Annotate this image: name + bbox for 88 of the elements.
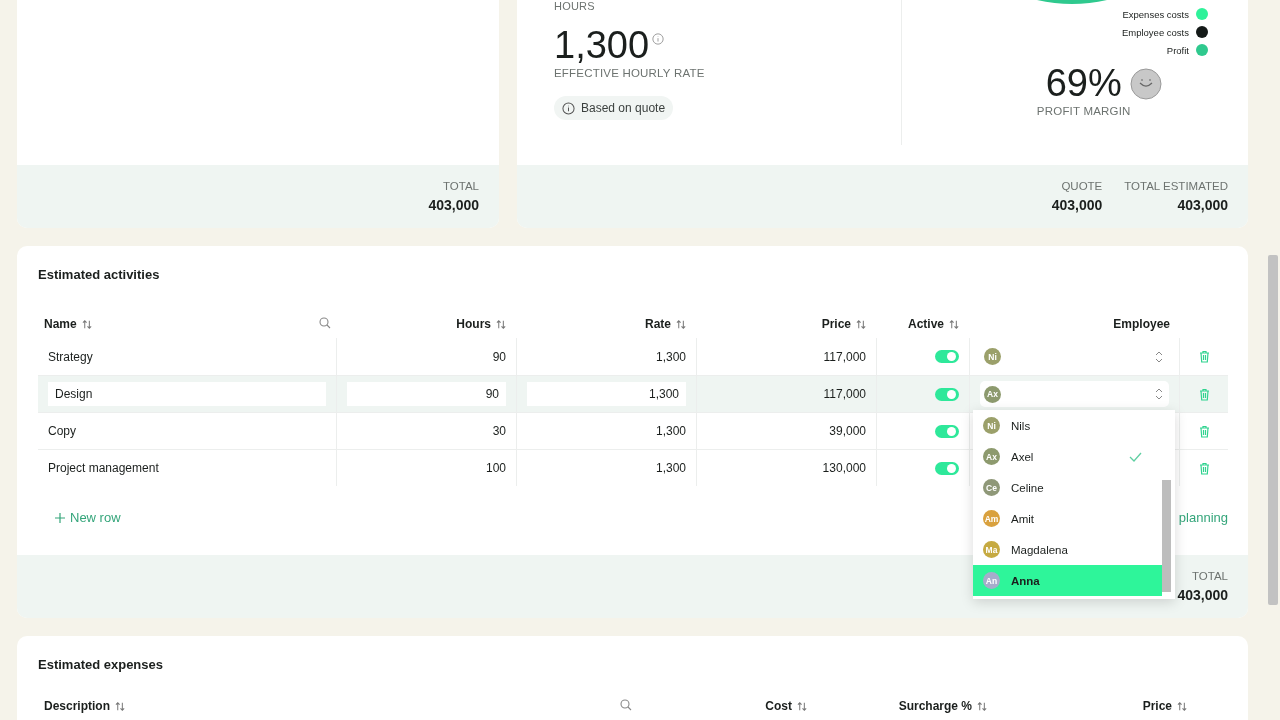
column-header[interactable]: Name bbox=[44, 317, 77, 331]
active-toggle[interactable] bbox=[935, 350, 959, 363]
profit-margin-value: 69% bbox=[1045, 62, 1122, 105]
column-header[interactable]: Hours bbox=[456, 317, 491, 331]
price-cell: 39,000 bbox=[829, 424, 866, 438]
employee-option[interactable]: Ni Nils bbox=[973, 410, 1162, 441]
employee-name: Celine bbox=[1011, 481, 1044, 494]
active-toggle[interactable] bbox=[935, 387, 959, 401]
name-cell: Project management bbox=[48, 461, 159, 475]
sort-icon[interactable] bbox=[81, 318, 93, 330]
trash-icon[interactable] bbox=[1198, 350, 1210, 363]
employee-name: Magdalena bbox=[1011, 543, 1068, 556]
section-title: Estimated expenses bbox=[37, 656, 164, 672]
employee-option[interactable]: An Anna bbox=[973, 565, 1162, 596]
plus-icon bbox=[55, 512, 65, 523]
total-label: TOTAL ESTIMATED bbox=[1124, 180, 1228, 192]
name-cell: Copy bbox=[48, 424, 76, 438]
name-cell: Strategy bbox=[48, 349, 93, 364]
scrollbar[interactable] bbox=[1268, 255, 1278, 605]
employee-name: Axel bbox=[1011, 450, 1034, 463]
active-toggle[interactable] bbox=[935, 461, 959, 475]
search-icon[interactable] bbox=[620, 698, 632, 711]
employee-avatar: Ax bbox=[984, 385, 1001, 403]
active-toggle[interactable] bbox=[935, 424, 959, 438]
column-header[interactable]: Active bbox=[907, 317, 944, 331]
sort-icon[interactable] bbox=[856, 318, 867, 330]
scrollbar[interactable] bbox=[1162, 480, 1171, 592]
employee-avatar: Ni bbox=[983, 417, 1000, 434]
total-label: TOTAL bbox=[443, 180, 479, 192]
sort-icon[interactable] bbox=[676, 318, 687, 330]
column-header[interactable]: Employee bbox=[1113, 317, 1170, 331]
rate-cell: 1,300 bbox=[655, 461, 686, 475]
price-cell: 130,000 bbox=[822, 461, 866, 475]
rate-cell: 1,300 bbox=[655, 424, 686, 438]
legend-label: Expenses costs bbox=[1122, 8, 1189, 20]
hours-cell: 90 bbox=[492, 349, 506, 364]
sort-icon[interactable] bbox=[1177, 700, 1188, 712]
sort-icon[interactable] bbox=[949, 318, 960, 330]
smiley-icon bbox=[1129, 67, 1162, 100]
total-label: TOTAL bbox=[1192, 570, 1228, 582]
employee-name: Nils bbox=[1011, 419, 1031, 432]
rate-cell: 1,300 bbox=[655, 349, 686, 364]
hourly-rate-value: 1,300 bbox=[554, 24, 650, 67]
employee-name: Amit bbox=[1011, 512, 1034, 525]
legend-label: Profit bbox=[1166, 44, 1189, 56]
sort-icon[interactable] bbox=[496, 318, 507, 330]
based-on-quote-badge: Based on quote bbox=[554, 96, 674, 120]
name-cell: Design bbox=[48, 382, 326, 406]
trash-icon[interactable] bbox=[1198, 387, 1210, 401]
chevron-icon[interactable] bbox=[1155, 388, 1163, 400]
profit-margin-label: PROFIT MARGIN bbox=[1036, 105, 1131, 117]
price-cell: 117,000 bbox=[823, 387, 866, 401]
column-header[interactable]: Rate bbox=[645, 317, 671, 331]
employee-avatar: Ma bbox=[983, 541, 1000, 558]
sort-icon[interactable] bbox=[977, 700, 988, 712]
info-icon bbox=[652, 33, 665, 45]
section-title: Estimated activities bbox=[37, 266, 161, 282]
column-header[interactable]: Price bbox=[1142, 699, 1172, 713]
employee-avatar: Ax bbox=[983, 448, 1000, 465]
hours-cell: 100 bbox=[485, 461, 506, 475]
sort-icon[interactable] bbox=[115, 700, 126, 712]
search-icon[interactable] bbox=[319, 316, 331, 329]
total-value: 403,000 bbox=[1177, 197, 1228, 213]
legend-label: Employee costs bbox=[1121, 26, 1189, 38]
hours-label: HOURS bbox=[554, 0, 596, 12]
column-header[interactable]: Cost bbox=[765, 699, 792, 713]
column-header[interactable]: Price bbox=[821, 317, 851, 331]
column-header[interactable]: Surcharge % bbox=[898, 699, 972, 713]
chevron-icon[interactable] bbox=[1155, 350, 1163, 363]
trash-icon[interactable] bbox=[1198, 424, 1210, 438]
rate-cell: 1,300 bbox=[527, 382, 686, 406]
hours-cell: 90 bbox=[347, 382, 506, 406]
column-header[interactable]: Description bbox=[44, 699, 110, 713]
total-value: 403,000 bbox=[1177, 587, 1228, 603]
employee-avatar: Ce bbox=[983, 479, 1000, 496]
employee-name: Anna bbox=[1011, 574, 1040, 587]
hourly-rate-label: EFFECTIVE HOURLY RATE bbox=[554, 67, 706, 79]
price-cell: 117,000 bbox=[823, 349, 866, 364]
info-icon bbox=[562, 101, 575, 115]
total-value: 403,000 bbox=[1051, 197, 1103, 213]
hours-cell: 30 bbox=[492, 424, 506, 438]
total-value: 403,000 bbox=[428, 197, 479, 213]
employee-avatar: Ni bbox=[984, 348, 1001, 365]
total-label: QUOTE bbox=[1061, 180, 1103, 192]
employee-avatar: An bbox=[983, 572, 1000, 589]
trash-icon[interactable] bbox=[1198, 461, 1210, 475]
sort-icon[interactable] bbox=[797, 700, 808, 712]
employee-avatar: Am bbox=[983, 510, 1000, 527]
